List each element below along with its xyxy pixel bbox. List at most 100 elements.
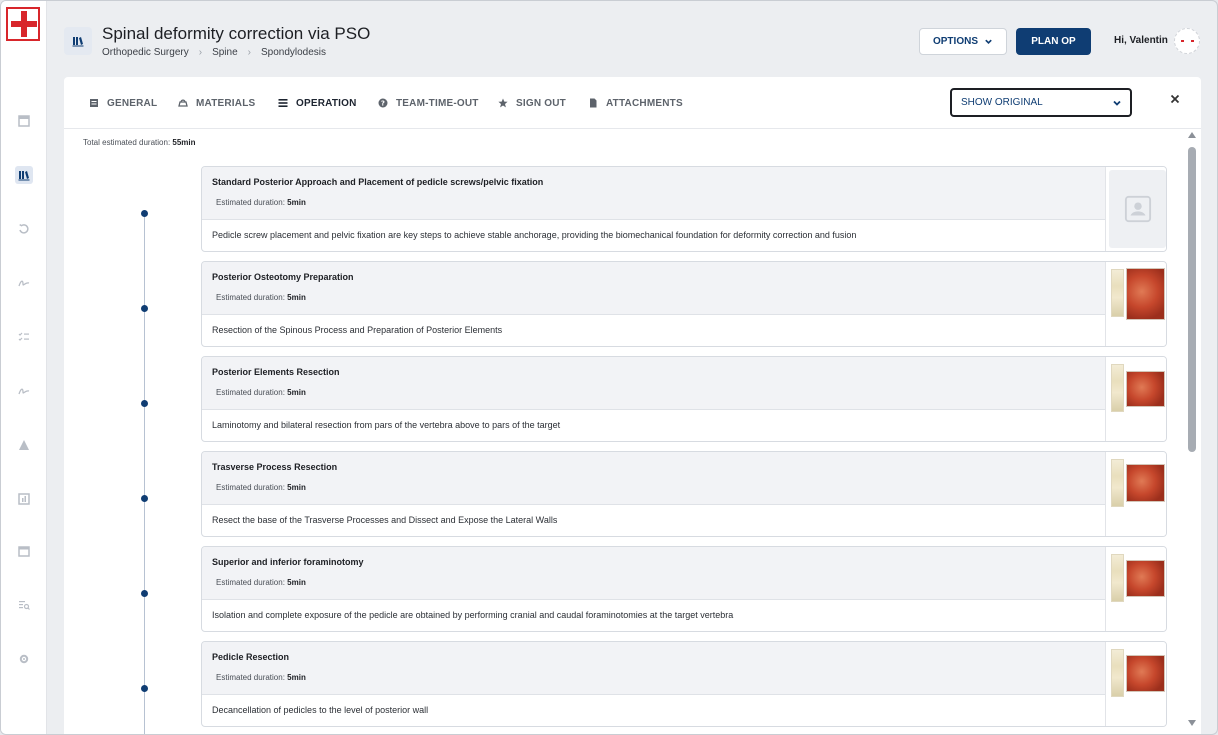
step-media <box>1105 642 1166 726</box>
tab-team-time-out[interactable]: ? TEAM-TIME-OUT <box>378 96 479 110</box>
image-placeholder-icon[interactable] <box>1109 170 1166 248</box>
hospital-logo[interactable] <box>6 7 40 41</box>
scrollbar[interactable] <box>1186 132 1196 732</box>
timeline-dot <box>141 305 148 312</box>
step-description: Decancellation of pedicles to the level … <box>212 705 429 715</box>
file-icon <box>590 98 597 108</box>
chevron-down-icon <box>1113 100 1121 106</box>
user-greeting: Hi, Valentin <box>1114 35 1168 46</box>
timeline-dot <box>141 685 148 692</box>
tab-attachments[interactable]: ATTACHMENTS <box>588 96 683 110</box>
step-title: Superior and inferior foraminotomy <box>212 557 364 567</box>
app-window: Spinal deformity correction via PSO Orth… <box>0 0 1218 735</box>
step-duration: Estimated duration: 5min <box>216 483 306 492</box>
spine-sketch-thumbnail[interactable] <box>1111 649 1124 697</box>
spine-sketch-thumbnail[interactable] <box>1111 364 1124 412</box>
chevron-right-icon: › <box>247 47 251 58</box>
step-media <box>1105 262 1166 346</box>
breadcrumb: Orthopedic Surgery › Spine › Spondylodes… <box>102 47 326 58</box>
step-title: Posterior Osteotomy Preparation <box>212 272 354 282</box>
warning-icon[interactable] <box>15 436 33 454</box>
dashboard-icon[interactable] <box>15 112 33 130</box>
step-media <box>1105 357 1166 441</box>
spine-sketch-thumbnail[interactable] <box>1111 459 1124 507</box>
tab-general[interactable]: GENERAL <box>89 96 157 110</box>
view-mode-select[interactable]: SHOW ORIGINAL <box>950 88 1132 117</box>
timeline-line <box>144 213 145 734</box>
step-header: Pedicle Resection Estimated duration: 5m… <box>202 642 1105 695</box>
sidebar <box>1 1 47 734</box>
scrollbar-thumb[interactable] <box>1188 147 1196 452</box>
step-header: Posterior Elements Resection Estimated d… <box>202 357 1105 410</box>
step-description: Resection of the Spinous Process and Pre… <box>212 325 503 335</box>
step-description: Isolation and complete exposure of the p… <box>212 610 734 620</box>
search-list-icon[interactable] <box>15 596 33 614</box>
star-icon <box>498 98 508 108</box>
scroll-down-arrow-icon[interactable] <box>1188 720 1196 726</box>
step-description: Laminotomy and bilateral resection from … <box>212 420 561 430</box>
step-card[interactable]: Posterior Elements Resection Estimated d… <box>201 356 1167 442</box>
page-header: Spinal deformity correction via PSO Orth… <box>47 1 1217 77</box>
timeline-dot <box>141 400 148 407</box>
signature-alt-icon[interactable] <box>15 382 33 400</box>
timeline-dot <box>141 495 148 502</box>
total-duration: Total estimated duration: 55min <box>83 138 196 147</box>
surgery-photo-thumbnail[interactable] <box>1126 655 1165 692</box>
tab-sign-out[interactable]: SIGN OUT <box>498 96 566 110</box>
signature-icon[interactable] <box>15 274 33 292</box>
step-duration: Estimated duration: 5min <box>216 388 306 397</box>
surgery-photo-thumbnail[interactable] <box>1126 560 1165 597</box>
step-title: Posterior Elements Resection <box>212 367 340 377</box>
page-title: Spinal deformity correction via PSO <box>102 24 371 43</box>
chevron-down-icon <box>985 39 992 44</box>
step-duration: Estimated duration: 5min <box>216 673 306 682</box>
step-title: Pedicle Resection <box>212 652 290 662</box>
checklist-icon[interactable] <box>15 328 33 346</box>
step-media <box>1105 452 1166 536</box>
surgery-photo-thumbnail[interactable] <box>1126 371 1165 407</box>
step-description: Resect the base of the Trasverse Process… <box>212 515 558 525</box>
library-icon[interactable] <box>15 166 33 184</box>
calendar-icon[interactable] <box>15 542 33 560</box>
tab-bar: GENERAL MATERIALS OPERATION ? TEAM-TIME-… <box>64 77 1201 129</box>
options-button[interactable]: OPTIONS <box>919 28 1007 55</box>
breadcrumb-item[interactable]: Spine <box>212 47 238 58</box>
list-icon <box>278 99 288 107</box>
chevron-right-icon: › <box>198 47 203 58</box>
timeline-dot <box>141 590 148 597</box>
step-card[interactable]: Pedicle Resection Estimated duration: 5m… <box>201 641 1167 727</box>
step-media <box>1105 547 1166 631</box>
tab-materials[interactable]: MATERIALS <box>178 96 255 110</box>
spine-sketch-thumbnail[interactable] <box>1111 269 1124 317</box>
step-title: Standard Posterior Approach and Placemen… <box>212 177 544 187</box>
breadcrumb-item[interactable]: Spondylodesis <box>261 47 326 58</box>
step-card[interactable]: Standard Posterior Approach and Placemen… <box>201 166 1167 252</box>
breadcrumb-item[interactable]: Orthopedic Surgery <box>102 47 189 58</box>
spine-sketch-thumbnail[interactable] <box>1111 554 1124 602</box>
reports-icon[interactable] <box>15 490 33 508</box>
library-icon <box>64 27 92 55</box>
view-mode-value: SHOW ORIGINAL <box>961 97 1043 108</box>
close-icon[interactable] <box>1166 90 1184 108</box>
gear-icon[interactable] <box>15 650 33 668</box>
history-icon[interactable] <box>15 220 33 238</box>
step-card[interactable]: Posterior Osteotomy Preparation Estimate… <box>201 261 1167 347</box>
step-card[interactable]: Trasverse Process Resection Estimated du… <box>201 451 1167 537</box>
surgery-photo-thumbnail[interactable] <box>1126 268 1165 320</box>
surgery-photo-thumbnail[interactable] <box>1126 464 1165 502</box>
plan-op-button[interactable]: PLAN OP <box>1016 28 1091 55</box>
step-media <box>1105 167 1166 251</box>
main-panel: GENERAL MATERIALS OPERATION ? TEAM-TIME-… <box>64 77 1201 734</box>
svg-text:?: ? <box>381 100 385 108</box>
step-header: Superior and inferior foraminotomy Estim… <box>202 547 1105 600</box>
step-title: Trasverse Process Resection <box>212 462 338 472</box>
step-card[interactable]: Superior and inferior foraminotomy Estim… <box>201 546 1167 632</box>
tab-operation[interactable]: OPERATION <box>278 96 357 110</box>
step-header: Trasverse Process Resection Estimated du… <box>202 452 1105 505</box>
help-circle-icon: ? <box>378 98 388 108</box>
general-icon <box>90 99 98 107</box>
avatar[interactable] <box>1174 28 1200 54</box>
scroll-up-arrow-icon[interactable] <box>1188 132 1196 138</box>
step-description: Pedicle screw placement and pelvic fixat… <box>212 230 857 240</box>
step-header: Standard Posterior Approach and Placemen… <box>202 167 1105 220</box>
